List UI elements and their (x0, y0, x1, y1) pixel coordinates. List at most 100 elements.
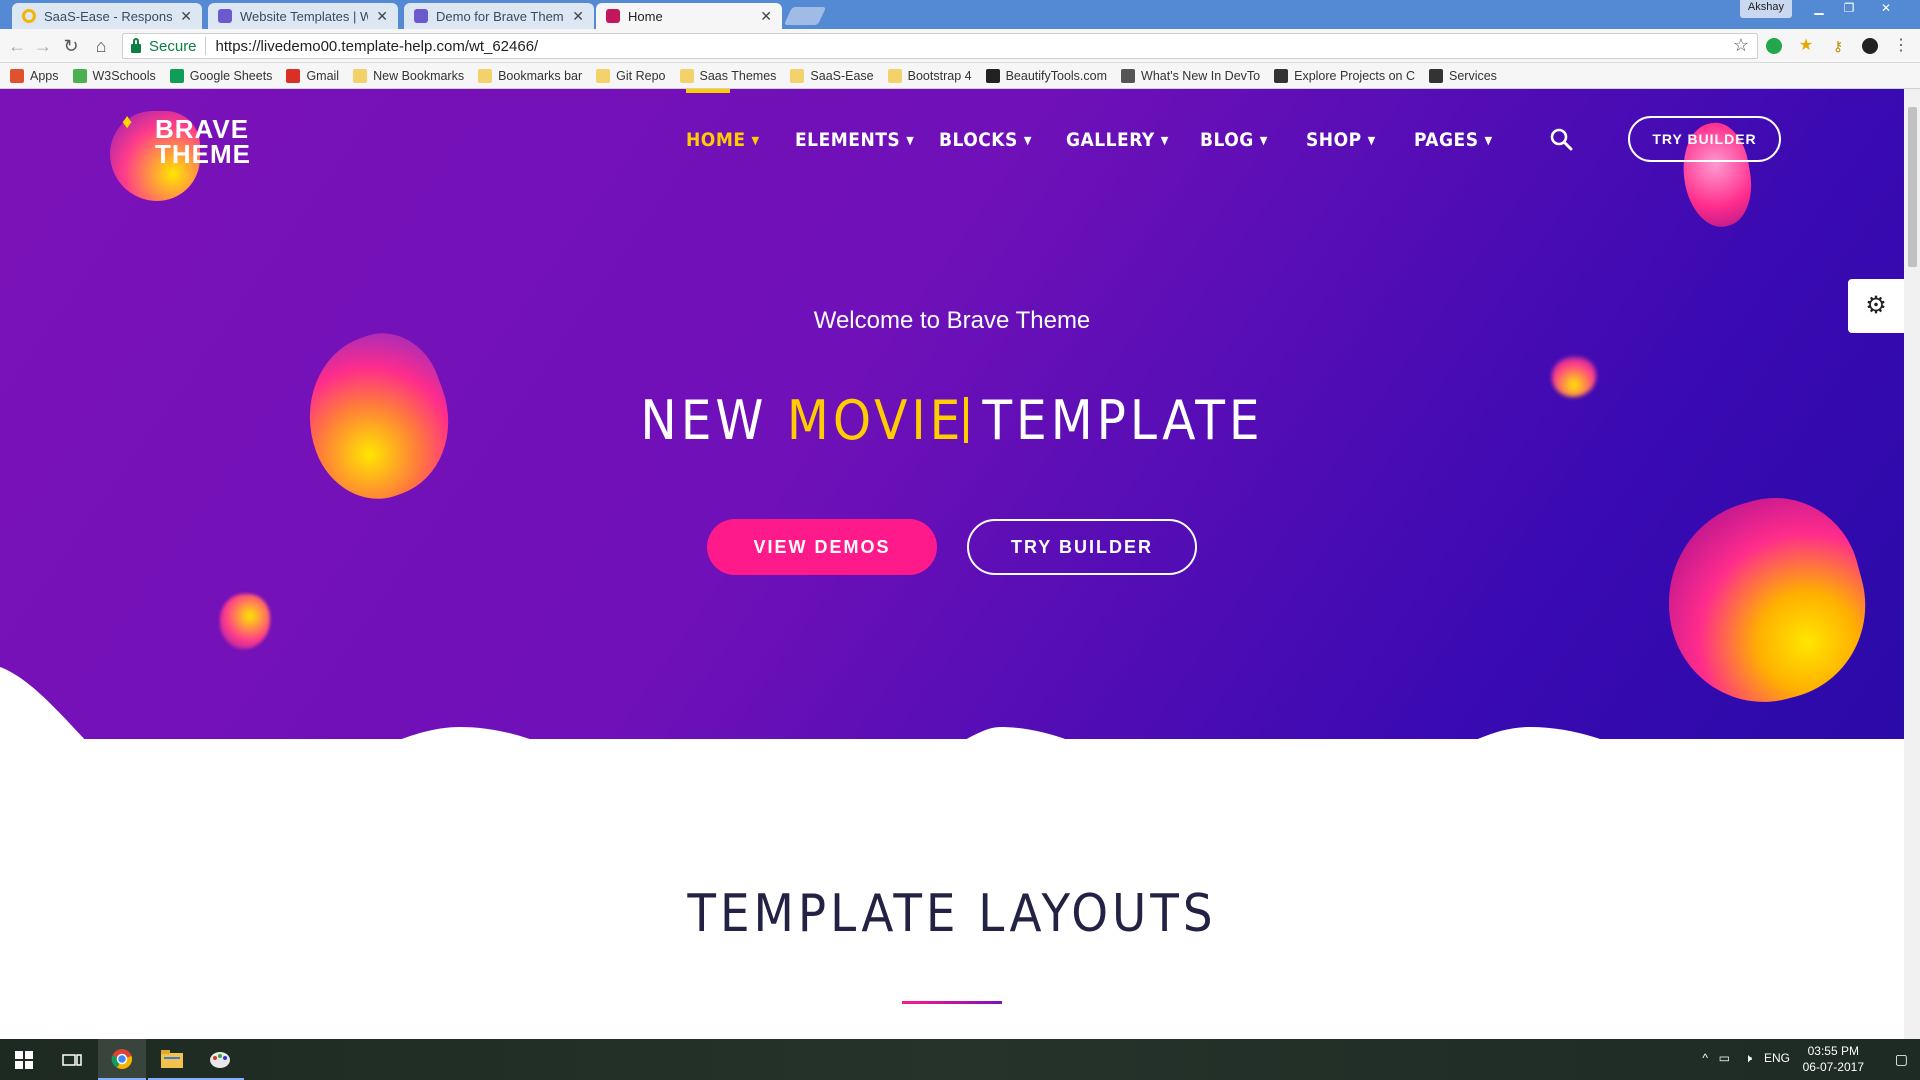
view-demos-button[interactable]: VIEW DEMOS (707, 519, 937, 575)
try-builder-nav-button[interactable]: TRY BUILDER (1628, 116, 1781, 162)
tab-label: SaaS-Ease - Responsive S (44, 8, 173, 24)
tab-label: Home (628, 8, 663, 24)
search-icon[interactable] (1549, 127, 1573, 151)
chevron-down-icon: ▼ (751, 134, 760, 147)
bookmark-item[interactable]: Bootstrap 4 (887, 68, 972, 83)
tab-website-templates[interactable]: Website Templates | Web ✕ (208, 3, 398, 29)
reload-icon[interactable]: ↻ (60, 35, 82, 57)
scrollbar[interactable] (1904, 89, 1920, 1039)
bookmark-item[interactable]: New Bookmarks (353, 68, 465, 83)
title-highlight: MOVIE (786, 389, 965, 452)
clock-date: 06-07-2017 (1802, 1060, 1864, 1074)
nav-blog[interactable]: BLOG ▼ (1200, 129, 1268, 151)
devtools-icon (1121, 68, 1136, 83)
tab-home[interactable]: Home ✕ (596, 3, 782, 29)
bookmark-item[interactable]: SaaS-Ease (790, 68, 874, 83)
bookmark-item[interactable]: Google Sheets (169, 68, 273, 83)
close-tab-icon[interactable]: ✕ (760, 8, 772, 25)
folder-icon (478, 68, 493, 83)
chrome-taskbar-icon[interactable] (98, 1039, 146, 1080)
chevron-up-icon[interactable]: ^ (1702, 1051, 1708, 1065)
bookmark-item[interactable]: Apps (10, 68, 59, 83)
nav-blocks[interactable]: BLOCKS ▼ (939, 129, 1032, 151)
extension-green-icon[interactable] (1766, 38, 1782, 54)
paint-app-icon[interactable] (196, 1039, 244, 1080)
close-window-icon[interactable]: ✕ (1866, 0, 1906, 18)
bookmark-label: Bootstrap 4 (907, 68, 972, 83)
apps-grid-icon (10, 68, 24, 83)
chevron-down-icon: ▼ (1367, 134, 1376, 147)
bookmark-item[interactable]: Bookmarks bar (478, 68, 582, 83)
nav-pages[interactable]: PAGES ▼ (1414, 129, 1493, 151)
bookmark-label: Services (1449, 68, 1497, 83)
bookmark-item[interactable]: Explore Projects on C (1274, 68, 1415, 83)
extension-star-icon[interactable]: ★ (1798, 38, 1814, 54)
tab-strip: SaaS-Ease - Responsive S ✕ Website Templ… (0, 0, 1920, 29)
logo-text: BRAVE THEME (155, 116, 251, 167)
tab-demo-brave[interactable]: Demo for Brave Theme - ✕ (404, 3, 594, 29)
forward-icon[interactable]: → (32, 35, 54, 57)
close-tab-icon[interactable]: ✕ (376, 8, 388, 25)
url-text[interactable]: https://livedemo00.template-help.com/wt_… (216, 38, 539, 55)
close-tab-icon[interactable]: ✕ (572, 8, 584, 25)
chevron-down-icon: ▼ (1160, 134, 1169, 147)
bookmark-label: What's New In DevTo (1141, 68, 1261, 83)
nav-shop[interactable]: SHOP ▼ (1306, 129, 1376, 151)
omnibox[interactable]: Secure https://livedemo00.template-help.… (122, 33, 1758, 59)
extension-key-icon[interactable]: ⚷ (1830, 38, 1846, 54)
scrollbar-thumb[interactable] (1908, 107, 1917, 267)
bookmark-item[interactable]: Services (1429, 68, 1497, 83)
language-indicator[interactable]: ENG (1764, 1051, 1790, 1065)
bookmark-item[interactable]: What's New In DevTo (1121, 68, 1261, 83)
address-bar: ← → ↻ ⌂ Secure https://livedemo00.templa… (0, 29, 1920, 63)
chevron-down-icon: ▼ (906, 134, 915, 147)
bookmarks-bar: Apps W3Schools Google Sheets Gmail New Bookm… (0, 63, 1920, 89)
nav-label: GALLERY (1066, 129, 1155, 151)
tab-saas-ease[interactable]: SaaS-Ease - Responsive S ✕ (12, 3, 202, 29)
restore-icon[interactable]: ❐ (1834, 0, 1864, 18)
task-view-icon[interactable] (48, 1039, 96, 1080)
bookmark-item[interactable]: Git Repo (596, 68, 666, 83)
chevron-down-icon: ▼ (1023, 134, 1032, 147)
menu-icon[interactable]: ⋮ (1890, 35, 1912, 57)
nav-elements[interactable]: ELEMENTS ▼ (795, 129, 914, 151)
new-tab-button[interactable] (783, 7, 827, 25)
w3schools-icon (72, 68, 87, 83)
close-tab-icon[interactable]: ✕ (180, 8, 192, 25)
bookmark-item[interactable]: BeautifyTools.com (985, 68, 1107, 83)
screen: SaaS-Ease - Responsive S ✕ Website Templ… (0, 0, 1920, 1080)
volume-mute-icon[interactable]: 🕨 (1744, 1051, 1752, 1066)
bookmark-item[interactable]: W3Schools (72, 68, 156, 83)
section-underline (902, 1001, 1002, 1004)
chevron-down-icon: ▼ (1484, 134, 1493, 147)
clock[interactable]: 03:55 PM 06-07-2017 (1803, 1043, 1864, 1075)
notifications-icon[interactable]: ▢ (1895, 1051, 1908, 1068)
bookmark-item[interactable]: Saas Themes (679, 68, 776, 83)
title-part2: TEMPLATE (982, 389, 1264, 452)
back-icon[interactable]: ← (6, 35, 28, 57)
divider (204, 37, 206, 55)
bookmark-item[interactable]: Gmail (286, 68, 340, 83)
home-icon[interactable]: ⌂ (90, 35, 112, 57)
minimize-icon[interactable]: ▁ (1804, 0, 1834, 18)
nav-label: PAGES (1414, 129, 1479, 151)
template-monster-icon (414, 9, 428, 23)
nav-home[interactable]: HOME ▼ (686, 129, 760, 151)
profile-name[interactable]: Akshay (1739, 0, 1792, 18)
file-explorer-icon[interactable] (148, 1039, 196, 1080)
typing-cursor (964, 397, 969, 443)
bookmark-label: Gmail (306, 68, 340, 83)
bookmark-label: Apps (30, 68, 59, 83)
brave-favicon-icon (606, 9, 620, 23)
try-builder-button[interactable]: TRY BUILDER (967, 519, 1197, 575)
network-icon[interactable]: ▭ (1719, 1051, 1730, 1065)
extension-dark-icon[interactable] (1862, 38, 1878, 54)
bookmark-label: New Bookmarks (373, 68, 465, 83)
windows-start-icon[interactable] (0, 1039, 48, 1080)
webpage: ♦ BRAVE THEME HOME ▼ ELEMENTS ▼ BLOCKS ▼ GA… (0, 89, 1904, 1039)
nav-label: BLOCKS (939, 129, 1018, 151)
bookmark-star-icon[interactable]: ☆ (1733, 35, 1749, 56)
brand-logo[interactable]: ♦ BRAVE THEME (110, 111, 280, 201)
bookmark-label: Google Sheets (189, 68, 273, 83)
nav-gallery[interactable]: GALLERY ▼ (1066, 129, 1169, 151)
